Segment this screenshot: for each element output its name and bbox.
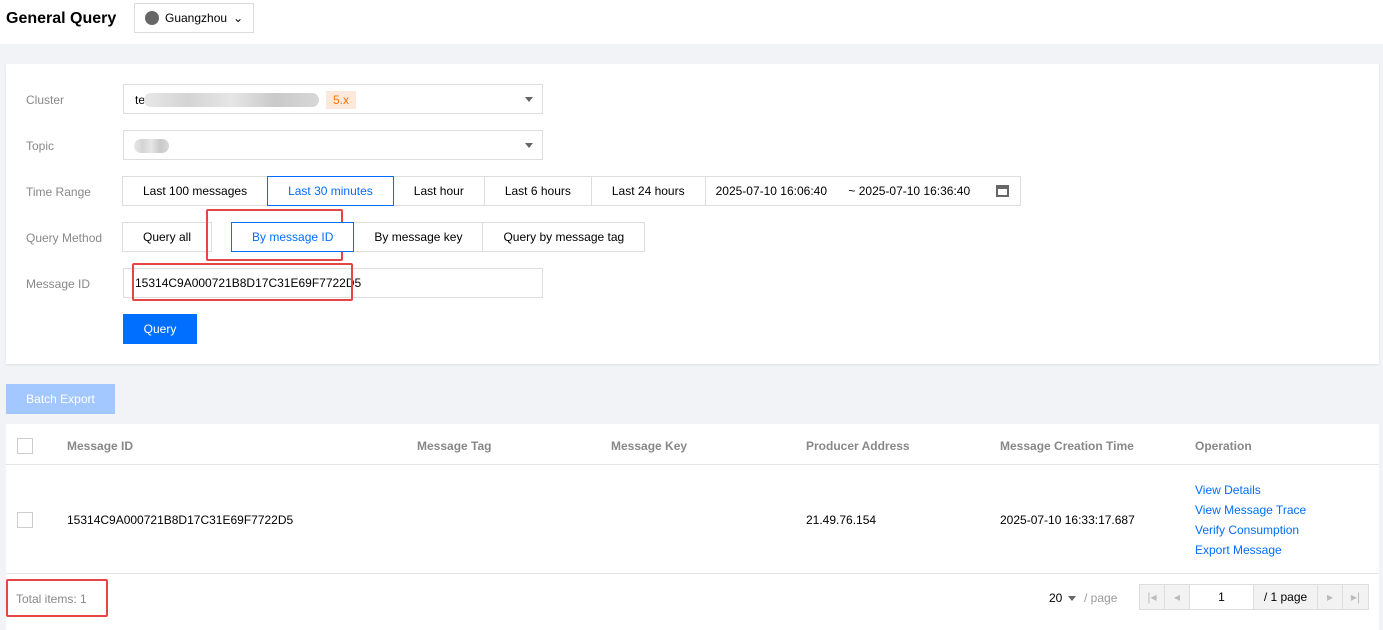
topic-select[interactable] xyxy=(123,130,543,160)
chevron-down-icon: ⌄ xyxy=(233,11,244,25)
time-option[interactable]: Last 100 messages xyxy=(122,176,269,206)
column-header: Message Tag xyxy=(417,439,492,453)
caret-down-icon xyxy=(525,143,533,148)
page-size-select[interactable]: 20 xyxy=(1049,591,1062,605)
last-page-icon[interactable]: ▸| xyxy=(1343,585,1368,609)
column-header: Producer Address xyxy=(806,439,910,453)
topic-label: Topic xyxy=(26,139,55,153)
next-page-icon[interactable]: ▸ xyxy=(1318,585,1343,609)
cell-producer: 21.49.76.154 xyxy=(806,513,877,527)
version-badge: 5.x xyxy=(326,91,357,109)
page-title: General Query xyxy=(6,10,117,27)
method-option[interactable]: By message key xyxy=(353,222,484,252)
row-checkbox[interactable] xyxy=(17,512,33,528)
time-option[interactable]: Last hour xyxy=(392,176,485,206)
highlight-box xyxy=(132,263,353,301)
verify-consumption-link[interactable]: Verify Consumption xyxy=(1195,520,1306,540)
batch-export-button[interactable]: Batch Export xyxy=(6,384,115,414)
cell-message-id: 15314C9A000721B8D17C31E69F7722D5 xyxy=(67,513,294,527)
column-header: Message Creation Time xyxy=(1000,439,1134,453)
time-range-label: Time Range xyxy=(26,185,91,199)
column-header: Message Key xyxy=(611,439,688,453)
region-label: Guangzhou xyxy=(165,11,228,25)
view-trace-link[interactable]: View Message Trace xyxy=(1195,500,1306,520)
query-button[interactable]: Query xyxy=(123,314,197,344)
method-option[interactable]: Query by message tag xyxy=(482,222,646,252)
query-method-label: Query Method xyxy=(26,231,103,245)
time-option[interactable]: Last 30 minutes xyxy=(267,176,394,206)
select-all-checkbox[interactable] xyxy=(17,438,33,454)
date-range-picker[interactable]: 2025-07-10 16:06:40 ~ 2025-07-10 16:36:4… xyxy=(704,176,1021,206)
cluster-select[interactable]: te 5.x xyxy=(123,84,543,114)
first-page-icon[interactable]: |◂ xyxy=(1140,585,1165,609)
calendar-icon xyxy=(995,185,1009,197)
table-row: 15314C9A000721B8D17C31E69F7722D5 21.49.7… xyxy=(6,465,1379,573)
method-option[interactable]: By message ID xyxy=(231,222,355,252)
redacted-topic xyxy=(134,139,169,153)
prev-page-icon[interactable]: ◂ xyxy=(1165,585,1190,609)
highlight-box xyxy=(6,579,108,617)
method-option[interactable]: Query all xyxy=(122,222,213,252)
view-details-link[interactable]: View Details xyxy=(1195,480,1306,500)
message-id-label: Message ID xyxy=(26,277,91,291)
time-option[interactable]: Last 6 hours xyxy=(483,176,592,206)
region-selector[interactable]: Guangzhou ⌄ xyxy=(134,3,254,33)
globe-icon xyxy=(145,11,159,25)
time-range-group: Last 100 messages Last 30 minutes Last h… xyxy=(122,176,1021,206)
message-table: Message ID Message Tag Message Key Produ… xyxy=(6,424,1379,630)
time-start: 2025-07-10 16:06:40 xyxy=(715,184,828,198)
column-header: Message ID xyxy=(67,439,134,453)
cell-time: 2025-07-10 16:33:17.687 xyxy=(1000,513,1135,527)
cluster-label: Cluster xyxy=(26,93,65,107)
per-page-label: / page xyxy=(1084,591,1118,605)
query-method-group: Query all By message ID By message key Q… xyxy=(122,222,646,252)
time-end: ~ 2025-07-10 16:36:40 xyxy=(848,184,971,198)
column-header: Operation xyxy=(1195,439,1252,453)
page-total: / 1 page xyxy=(1254,585,1318,609)
time-option[interactable]: Last 24 hours xyxy=(590,176,706,206)
export-message-link[interactable]: Export Message xyxy=(1195,540,1306,560)
caret-down-icon xyxy=(525,97,533,102)
caret-down-icon xyxy=(1068,596,1076,601)
redacted-cluster xyxy=(144,93,319,107)
page-input[interactable]: 1 xyxy=(1190,585,1254,609)
pagination: |◂ ◂ 1 / 1 page ▸ ▸| xyxy=(1139,584,1369,610)
